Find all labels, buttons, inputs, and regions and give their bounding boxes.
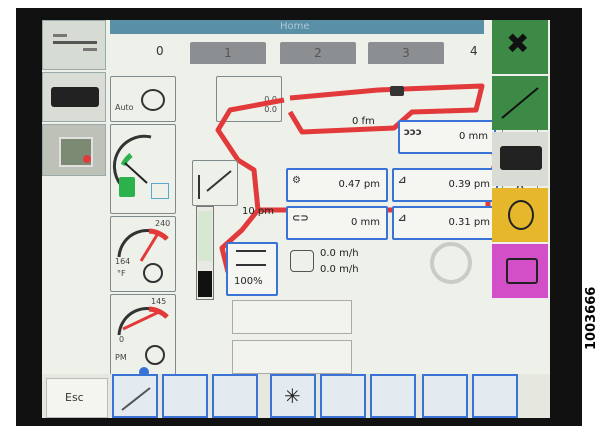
ground-speed-top: 0.0 m/h: [320, 248, 359, 259]
softkey-6[interactable]: [370, 374, 416, 418]
combine-side-icon: [500, 146, 542, 170]
combine-view-button[interactable]: [492, 132, 548, 186]
bottom-bar: Esc ✳: [42, 374, 550, 418]
reel-left-box[interactable]: ⚙ 0.47 pm: [286, 168, 388, 202]
softkey-3[interactable]: [212, 374, 258, 418]
lower-left-box[interactable]: ⊂⊃ 0 mm: [286, 206, 388, 240]
field-map-button[interactable]: [492, 244, 548, 298]
display-bezel: Home 0 1 2 3 4 Auto 240 164 °F 145 0 PM …: [16, 8, 582, 426]
fore-aft-icon: ⊿: [398, 213, 407, 224]
fan-speed-percent: 100%: [234, 276, 263, 287]
harvester-display-screen: Home 0 1 2 3 4 Auto 240 164 °F 145 0 PM …: [42, 20, 550, 418]
right-button-column: ✖: [492, 20, 550, 418]
header-height-value: 10 pm: [242, 206, 274, 217]
reel-right-box[interactable]: ⊿ 0.39 pm: [392, 168, 498, 202]
softkey-7[interactable]: [422, 374, 468, 418]
tools-button[interactable]: ✖: [492, 20, 548, 74]
fan-speed-box[interactable]: 100%: [226, 242, 278, 296]
esc-label: Esc: [65, 391, 84, 404]
fan-icon: [236, 250, 266, 266]
ground-speed-bottom: 0.0 m/h: [320, 264, 359, 275]
hammer-wrench-icon: ✖: [506, 27, 530, 60]
lower-left-measurement: 0 mm: [350, 217, 380, 228]
deck-position-icon: ⊂⊃: [292, 213, 309, 224]
softkey-2[interactable]: [162, 374, 208, 418]
figure-id-label: 1003666: [584, 286, 599, 350]
softkey-4[interactable]: ✳: [270, 374, 316, 418]
reel-position-icon: ↄↄↄ: [404, 127, 422, 138]
status-circle: [430, 242, 472, 284]
header-angle-button[interactable]: [492, 76, 548, 130]
field-map-icon: [506, 258, 538, 284]
reel-speed-icon: ⚙: [292, 175, 301, 186]
snowflake-icon: ✳: [284, 384, 301, 408]
engine-alert-icon: [508, 200, 534, 230]
lower-right-measurement: 0.31 pm: [448, 217, 490, 228]
upper-right-measurement-box[interactable]: ↄↄↄ 0 mm: [398, 120, 496, 154]
lower-right-box[interactable]: ⊿ 0.31 pm: [392, 206, 498, 240]
header-height-tile[interactable]: [192, 160, 238, 206]
upper-right-measurement: 0 mm: [458, 131, 488, 142]
reel-height-icon: ⊿: [398, 175, 407, 186]
softkey-8[interactable]: [472, 374, 518, 418]
softkey-5[interactable]: [320, 374, 366, 418]
ground-speed-icon: [290, 250, 314, 272]
header-height-bar: [196, 206, 214, 300]
softkey-1[interactable]: [112, 374, 158, 418]
engine-alert-button[interactable]: [492, 188, 548, 242]
top-center-measurement: 0 fm: [352, 116, 375, 127]
reel-left-measurement: 0.47 pm: [338, 179, 380, 190]
header-lift-icon: [390, 86, 404, 96]
esc-button[interactable]: Esc: [46, 378, 108, 418]
info-field-1[interactable]: [232, 300, 352, 334]
reel-right-measurement: 0.39 pm: [448, 179, 490, 190]
info-field-2[interactable]: [232, 340, 352, 374]
